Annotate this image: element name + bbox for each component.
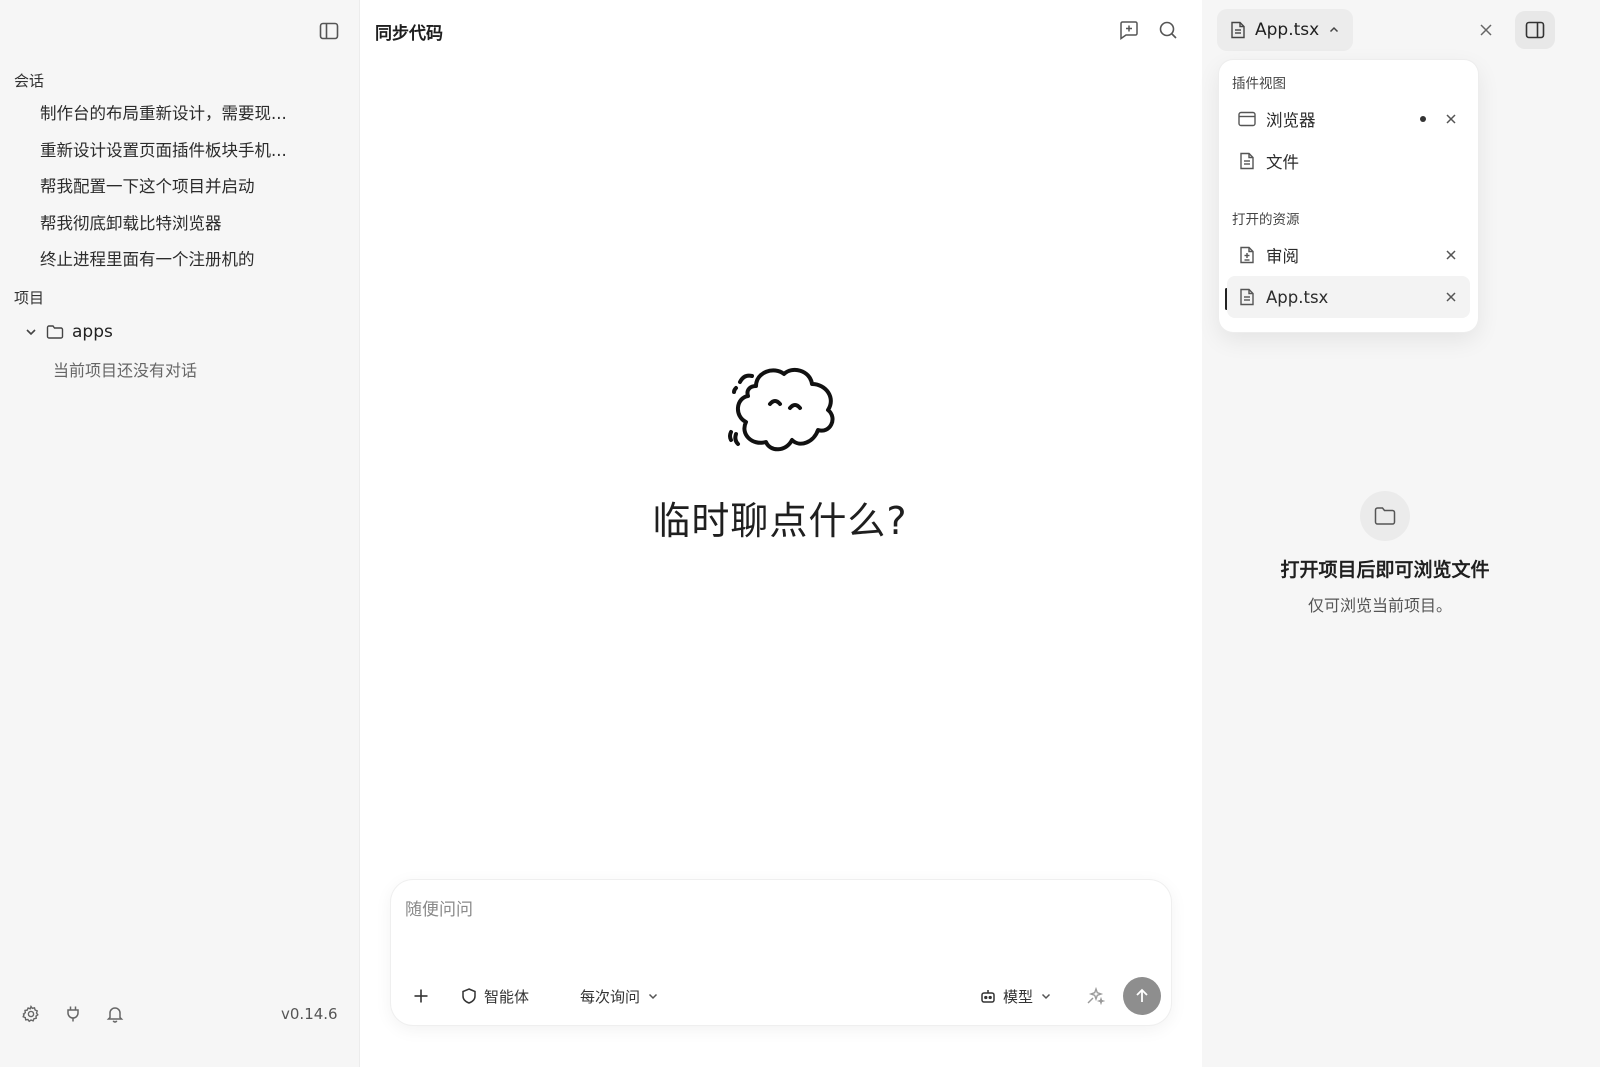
sidebar: 会话 制作台的布局重新设计，需要现... 重新设计设置页面插件板块手机... 帮… — [0, 0, 360, 1067]
session-list: 制作台的布局重新设计，需要现... 重新设计设置页面插件板块手机... 帮我配置… — [0, 96, 360, 279]
dropdown-item-review[interactable]: 审阅 — [1227, 234, 1470, 276]
robot-icon — [981, 990, 995, 1003]
plus-icon — [414, 989, 428, 1003]
app-version: v0.14.6 — [281, 1005, 338, 1023]
session-item[interactable]: 帮我配置一下这个项目并启动 — [0, 169, 360, 206]
mascot-cloud-icon — [726, 364, 844, 464]
file-icon — [1231, 21, 1245, 39]
chat-input[interactable] — [405, 894, 1145, 926]
search-icon[interactable] — [1157, 19, 1179, 41]
dropdown-item-files[interactable]: 文件 — [1227, 140, 1470, 182]
page-title: 同步代码 — [375, 24, 443, 44]
close-icon[interactable] — [1444, 112, 1458, 126]
dropdown-item-label: 审阅 — [1266, 247, 1299, 266]
close-icon[interactable] — [1444, 248, 1458, 262]
project-folder-apps[interactable]: apps — [24, 320, 113, 344]
ask-mode-label: 每次询问 — [580, 987, 641, 1006]
folder-icon — [1360, 491, 1410, 541]
browser-icon — [1237, 109, 1257, 129]
resource-dropdown: 插件视图 浏览器 文件 打开的资源 审阅 App.tsx — [1219, 60, 1478, 332]
chevron-down-icon — [1041, 993, 1051, 1000]
file-icon — [1237, 287, 1257, 307]
plug-icon[interactable] — [63, 1004, 83, 1024]
empty-state-subtitle: 仅可浏览当前项目。 — [1307, 596, 1452, 615]
send-button[interactable] — [1123, 977, 1161, 1015]
shield-icon — [462, 988, 476, 1004]
sidebar-footer: v0.14.6 — [0, 1000, 360, 1030]
empty-state-title: 打开项目后即可浏览文件 — [1280, 559, 1490, 581]
ask-mode-select[interactable]: 每次询问 — [580, 984, 660, 1008]
dropdown-item-label: 文件 — [1266, 153, 1299, 172]
chevron-up-icon — [1330, 26, 1339, 33]
dropdown-item-browser[interactable]: 浏览器 — [1227, 98, 1470, 140]
plugin-views-heading: 插件视图 — [1232, 76, 1286, 92]
dropdown-item-label: App.tsx — [1266, 287, 1329, 307]
session-item[interactable]: 制作台的布局重新设计，需要现... — [0, 96, 360, 133]
sparkle-icon — [1087, 986, 1105, 1006]
bell-icon[interactable] — [105, 1004, 125, 1024]
session-item[interactable]: 重新设计设置页面插件板块手机... — [0, 133, 360, 170]
agent-label: 智能体 — [484, 987, 530, 1006]
resource-tab-label: App.tsx — [1255, 20, 1320, 40]
review-file-icon — [1237, 245, 1257, 265]
enhance-prompt-button[interactable] — [1085, 984, 1105, 1008]
close-icon[interactable] — [1444, 290, 1458, 304]
right-panel-toggle-icon[interactable] — [1515, 11, 1555, 49]
session-item[interactable]: 终止进程里面有一个注册机的 — [0, 242, 360, 279]
folder-icon — [46, 324, 64, 340]
close-icon[interactable] — [1476, 20, 1496, 40]
model-select[interactable]: 模型 — [979, 984, 1053, 1008]
gear-icon[interactable] — [21, 1004, 41, 1024]
resource-tab-button[interactable]: App.tsx — [1217, 9, 1353, 51]
sidebar-toggle-icon[interactable] — [318, 20, 340, 42]
dropdown-item-app-tsx[interactable]: App.tsx — [1227, 276, 1470, 318]
model-label: 模型 — [1003, 987, 1034, 1006]
agent-button[interactable]: 智能体 — [460, 984, 529, 1008]
arrow-up-icon — [1136, 988, 1148, 1002]
project-name: apps — [72, 322, 113, 342]
new-chat-icon[interactable] — [1118, 19, 1140, 41]
chevron-down-icon — [648, 993, 658, 1000]
hero-heading: 临时聊点什么? — [652, 499, 908, 543]
dropdown-item-label: 浏览器 — [1266, 111, 1316, 130]
chevron-down-icon — [24, 325, 38, 339]
sessions-section-title: 会话 — [14, 72, 45, 90]
projects-section-title: 项目 — [14, 289, 45, 307]
add-attachment-button[interactable] — [411, 984, 431, 1008]
project-empty-text: 当前项目还没有对话 — [53, 361, 198, 380]
session-item[interactable]: 帮我彻底卸载比特浏览器 — [0, 206, 360, 243]
composer: 智能体 每次询问 模型 — [391, 880, 1171, 1025]
unsaved-dot — [1420, 116, 1426, 122]
file-icon — [1237, 151, 1257, 171]
open-resources-heading: 打开的资源 — [1232, 212, 1300, 228]
